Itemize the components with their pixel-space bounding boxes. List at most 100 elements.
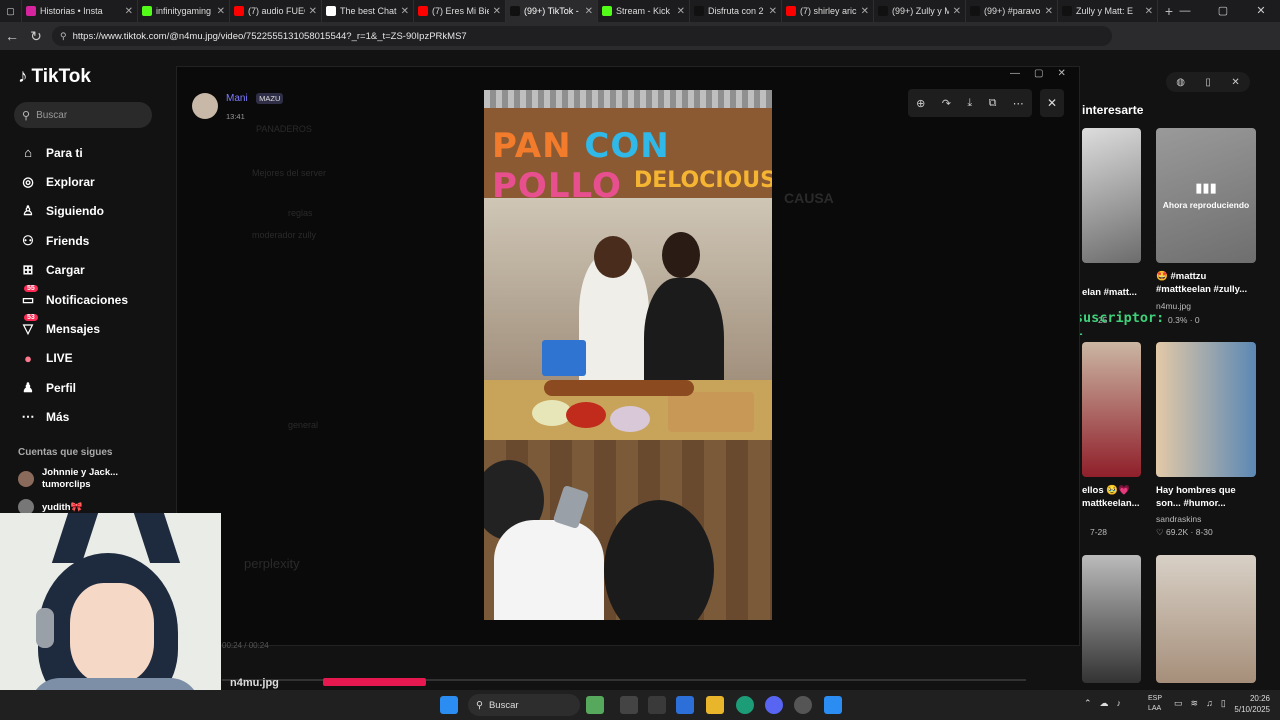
close-window-button[interactable]: ✕ xyxy=(1242,0,1280,22)
browser-tab[interactable]: (99+) TikTok - ✕ xyxy=(506,0,598,22)
video-thumbnail[interactable] xyxy=(1156,342,1256,477)
market-background xyxy=(484,198,772,428)
browser-tab[interactable]: (7) audio FUEG ✕ xyxy=(230,0,322,22)
sidebar-item-friends[interactable]: ⚇ Friends xyxy=(18,226,128,255)
cloud-icon[interactable]: ☁ xyxy=(1100,698,1109,709)
file-explorer-icon[interactable] xyxy=(706,696,724,714)
sidebar-item-explorar[interactable]: ◎ Explorar xyxy=(18,167,128,196)
app-icon[interactable] xyxy=(824,696,842,714)
maximize-button[interactable]: ▢ xyxy=(1204,0,1242,22)
browser-tab[interactable]: (7) Eres Mi Bie ✕ xyxy=(414,0,506,22)
video-caption[interactable]: 🤩 #mattzu #mattkeelan #zully... xyxy=(1156,270,1266,296)
browser-tab[interactable]: Stream - Kick ✕ xyxy=(598,0,690,22)
video-thumbnail[interactable] xyxy=(1082,342,1141,477)
tab-favicon-icon xyxy=(970,6,980,16)
sidebar-item-live[interactable]: ● LIVE xyxy=(18,344,128,373)
sidebar-item-m-s[interactable]: ⋯ Más xyxy=(18,403,128,432)
tab-close-icon[interactable]: ✕ xyxy=(585,6,593,17)
following-account[interactable]: Johnnie y Jack... tumorclips xyxy=(18,467,118,491)
zoom-icon[interactable]: ⊕ xyxy=(916,97,925,110)
logo-text: TikTok xyxy=(31,66,91,87)
windows-start-icon[interactable] xyxy=(440,696,458,714)
close-icon[interactable]: ✕ xyxy=(1231,77,1239,88)
chevron-up-icon[interactable]: ⌃ xyxy=(1084,698,1092,709)
dots-icon[interactable]: ◍ xyxy=(1176,77,1185,88)
tab-close-icon[interactable]: ✕ xyxy=(861,6,869,17)
sidebar-item-siguiendo[interactable]: ♙ Siguiendo xyxy=(18,197,128,226)
wifi-icon[interactable]: ≋ xyxy=(1191,698,1199,709)
video-author-name[interactable]: n4mu.jpg xyxy=(230,677,279,689)
streamer-webcam-avatar xyxy=(0,513,221,720)
tab-favicon-icon xyxy=(26,6,36,16)
tab-close-icon[interactable]: ✕ xyxy=(953,6,961,17)
sidebar-item-para-ti[interactable]: ⌂ Para ti xyxy=(18,138,128,167)
tab-close-icon[interactable]: ✕ xyxy=(493,6,501,17)
video-thumbnail[interactable] xyxy=(1082,555,1141,683)
phone-icon[interactable]: ▯ xyxy=(1205,77,1211,88)
sidebar-toggle-icon[interactable]: ▢ xyxy=(0,0,22,22)
minimize-button[interactable]: — xyxy=(1010,68,1020,79)
widget-icon[interactable] xyxy=(586,696,604,714)
browser-tab[interactable]: (7) shirley aric ✕ xyxy=(782,0,874,22)
battery-icon[interactable]: ▯ xyxy=(1221,698,1226,709)
tiktok-logo[interactable]: ♪ TikTok xyxy=(18,66,91,88)
site-info-icon[interactable]: ⚲ xyxy=(60,31,67,42)
language-indicator[interactable]: ESP LAA xyxy=(1148,694,1162,714)
download-icon[interactable]: ⤓ xyxy=(967,97,972,110)
volume-icon[interactable]: ♫ xyxy=(1206,698,1213,709)
video-thumbnail[interactable] xyxy=(1156,555,1256,683)
tab-close-icon[interactable]: ✕ xyxy=(125,6,133,17)
maximize-button[interactable]: ▢ xyxy=(1034,68,1043,79)
browser-tab[interactable]: The best Chat ✕ xyxy=(322,0,414,22)
browser-tab[interactable]: Zully y Matt: E ✕ xyxy=(1058,0,1158,22)
tab-close-icon[interactable]: ✕ xyxy=(309,6,317,17)
tab-close-icon[interactable]: ✕ xyxy=(401,6,409,17)
sidebar-item-label: Notificaciones xyxy=(46,292,129,307)
system-tray: ⌃ ☁ ♪ xyxy=(1084,698,1121,709)
owner-name[interactable]: Mani xyxy=(226,93,248,104)
taskbar-search[interactable]: ⚲ Buscar xyxy=(468,694,580,716)
following-icon: ♙ xyxy=(22,203,34,219)
video-caption[interactable]: Hay hombres que son... #humor... xyxy=(1156,484,1266,510)
url-field[interactable]: ⚲ https://www.tiktok.com/@n4mu.jpg/video… xyxy=(52,26,1112,46)
task-view-icon[interactable] xyxy=(620,696,638,714)
sidebar-item-cargar[interactable]: ⊞ Cargar xyxy=(18,256,128,285)
tab-close-icon[interactable]: ✕ xyxy=(677,6,685,17)
sidebar-item-perfil[interactable]: ♟ Perfil xyxy=(18,373,128,402)
now-playing-thumbnail[interactable]: ▮▮▮ Ahora reproduciendo xyxy=(1156,128,1256,263)
settings-icon[interactable] xyxy=(794,696,812,714)
sidebar-item-notificaciones[interactable]: ▭ 55 Notificaciones xyxy=(18,284,129,314)
reload-icon[interactable]: ↻ xyxy=(24,28,48,45)
copilot-icon[interactable] xyxy=(676,696,694,714)
open-external-icon[interactable]: ⧉ xyxy=(989,97,997,110)
browser-tab[interactable]: infinitygaming ✕ xyxy=(138,0,230,22)
browser-tab[interactable]: Historias • Insta ✕ xyxy=(22,0,138,22)
discord-icon[interactable] xyxy=(765,696,783,714)
search-input[interactable]: ⚲ Buscar xyxy=(14,102,152,128)
sidebar-item-mensajes[interactable]: ▽ 53 Mensajes xyxy=(18,314,128,343)
browser-tab[interactable]: (99+) #paravo ✕ xyxy=(966,0,1058,22)
edge-icon[interactable] xyxy=(736,696,754,714)
more-icon[interactable]: ⋯ xyxy=(1013,97,1024,110)
video-thumbnail[interactable] xyxy=(1082,128,1141,263)
tab-close-icon[interactable]: ✕ xyxy=(1045,6,1053,17)
tab-close-icon[interactable]: ✕ xyxy=(217,6,225,17)
monitor-icon[interactable]: ▭ xyxy=(1174,698,1183,709)
tab-favicon-icon xyxy=(878,6,888,16)
minimize-button[interactable]: — xyxy=(1166,0,1204,22)
browser-tab[interactable]: (99+) Zully y M ✕ xyxy=(874,0,966,22)
follow-button[interactable] xyxy=(323,678,426,686)
forward-icon[interactable]: ↷ xyxy=(942,97,951,110)
video-caption[interactable]: ellos 🥹💗 mattkeelan... xyxy=(1082,484,1142,510)
clock[interactable]: 20:26 5/10/2025 xyxy=(1234,693,1270,715)
browser-tab[interactable]: Disfruta con 2 ✕ xyxy=(690,0,782,22)
tab-close-icon[interactable]: ✕ xyxy=(1145,6,1153,17)
video-caption[interactable]: elan #matt... xyxy=(1082,286,1142,299)
close-window-button[interactable]: ✕ xyxy=(1057,68,1065,79)
close-viewer-button[interactable]: ✕ xyxy=(1040,89,1064,117)
mic-icon[interactable]: ♪ xyxy=(1117,698,1122,709)
back-icon[interactable]: ← xyxy=(0,28,24,44)
store-icon[interactable] xyxy=(648,696,666,714)
tab-close-icon[interactable]: ✕ xyxy=(769,6,777,17)
tomato-bowl xyxy=(566,402,606,428)
